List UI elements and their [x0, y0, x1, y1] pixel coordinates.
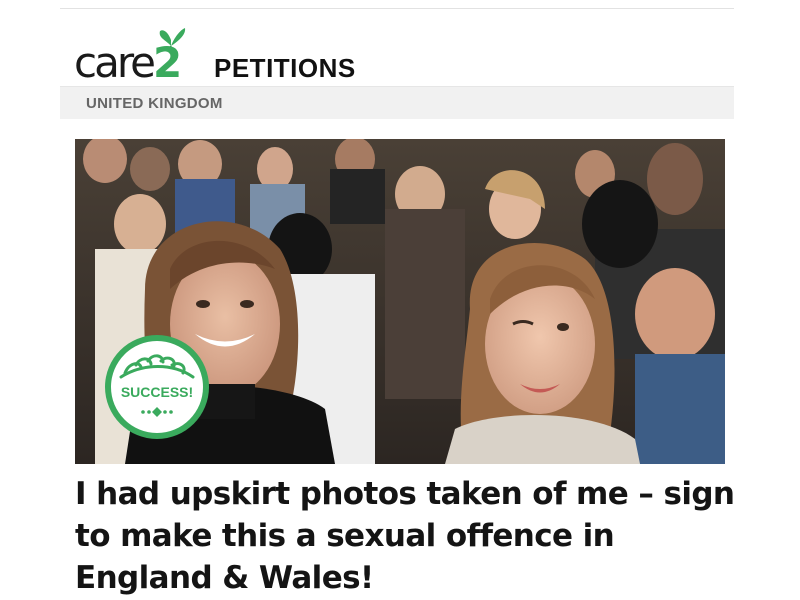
region-label: UNITED KINGDOM	[86, 95, 223, 112]
logo-text: care	[74, 38, 156, 87]
logo-number: 2	[153, 38, 183, 87]
site-logo[interactable]: care2 PETITIONS	[74, 26, 474, 86]
petition-title[interactable]: I had upskirt photos taken of me – sign …	[75, 473, 735, 599]
region-bar: UNITED KINGDOM	[60, 86, 734, 119]
section-label: PETITIONS	[214, 53, 356, 83]
logo-wordmark: care2	[74, 40, 182, 86]
badge-label: SUCCESS!	[121, 384, 193, 400]
success-badge: SUCCESS!	[105, 335, 209, 439]
top-divider	[60, 8, 734, 9]
